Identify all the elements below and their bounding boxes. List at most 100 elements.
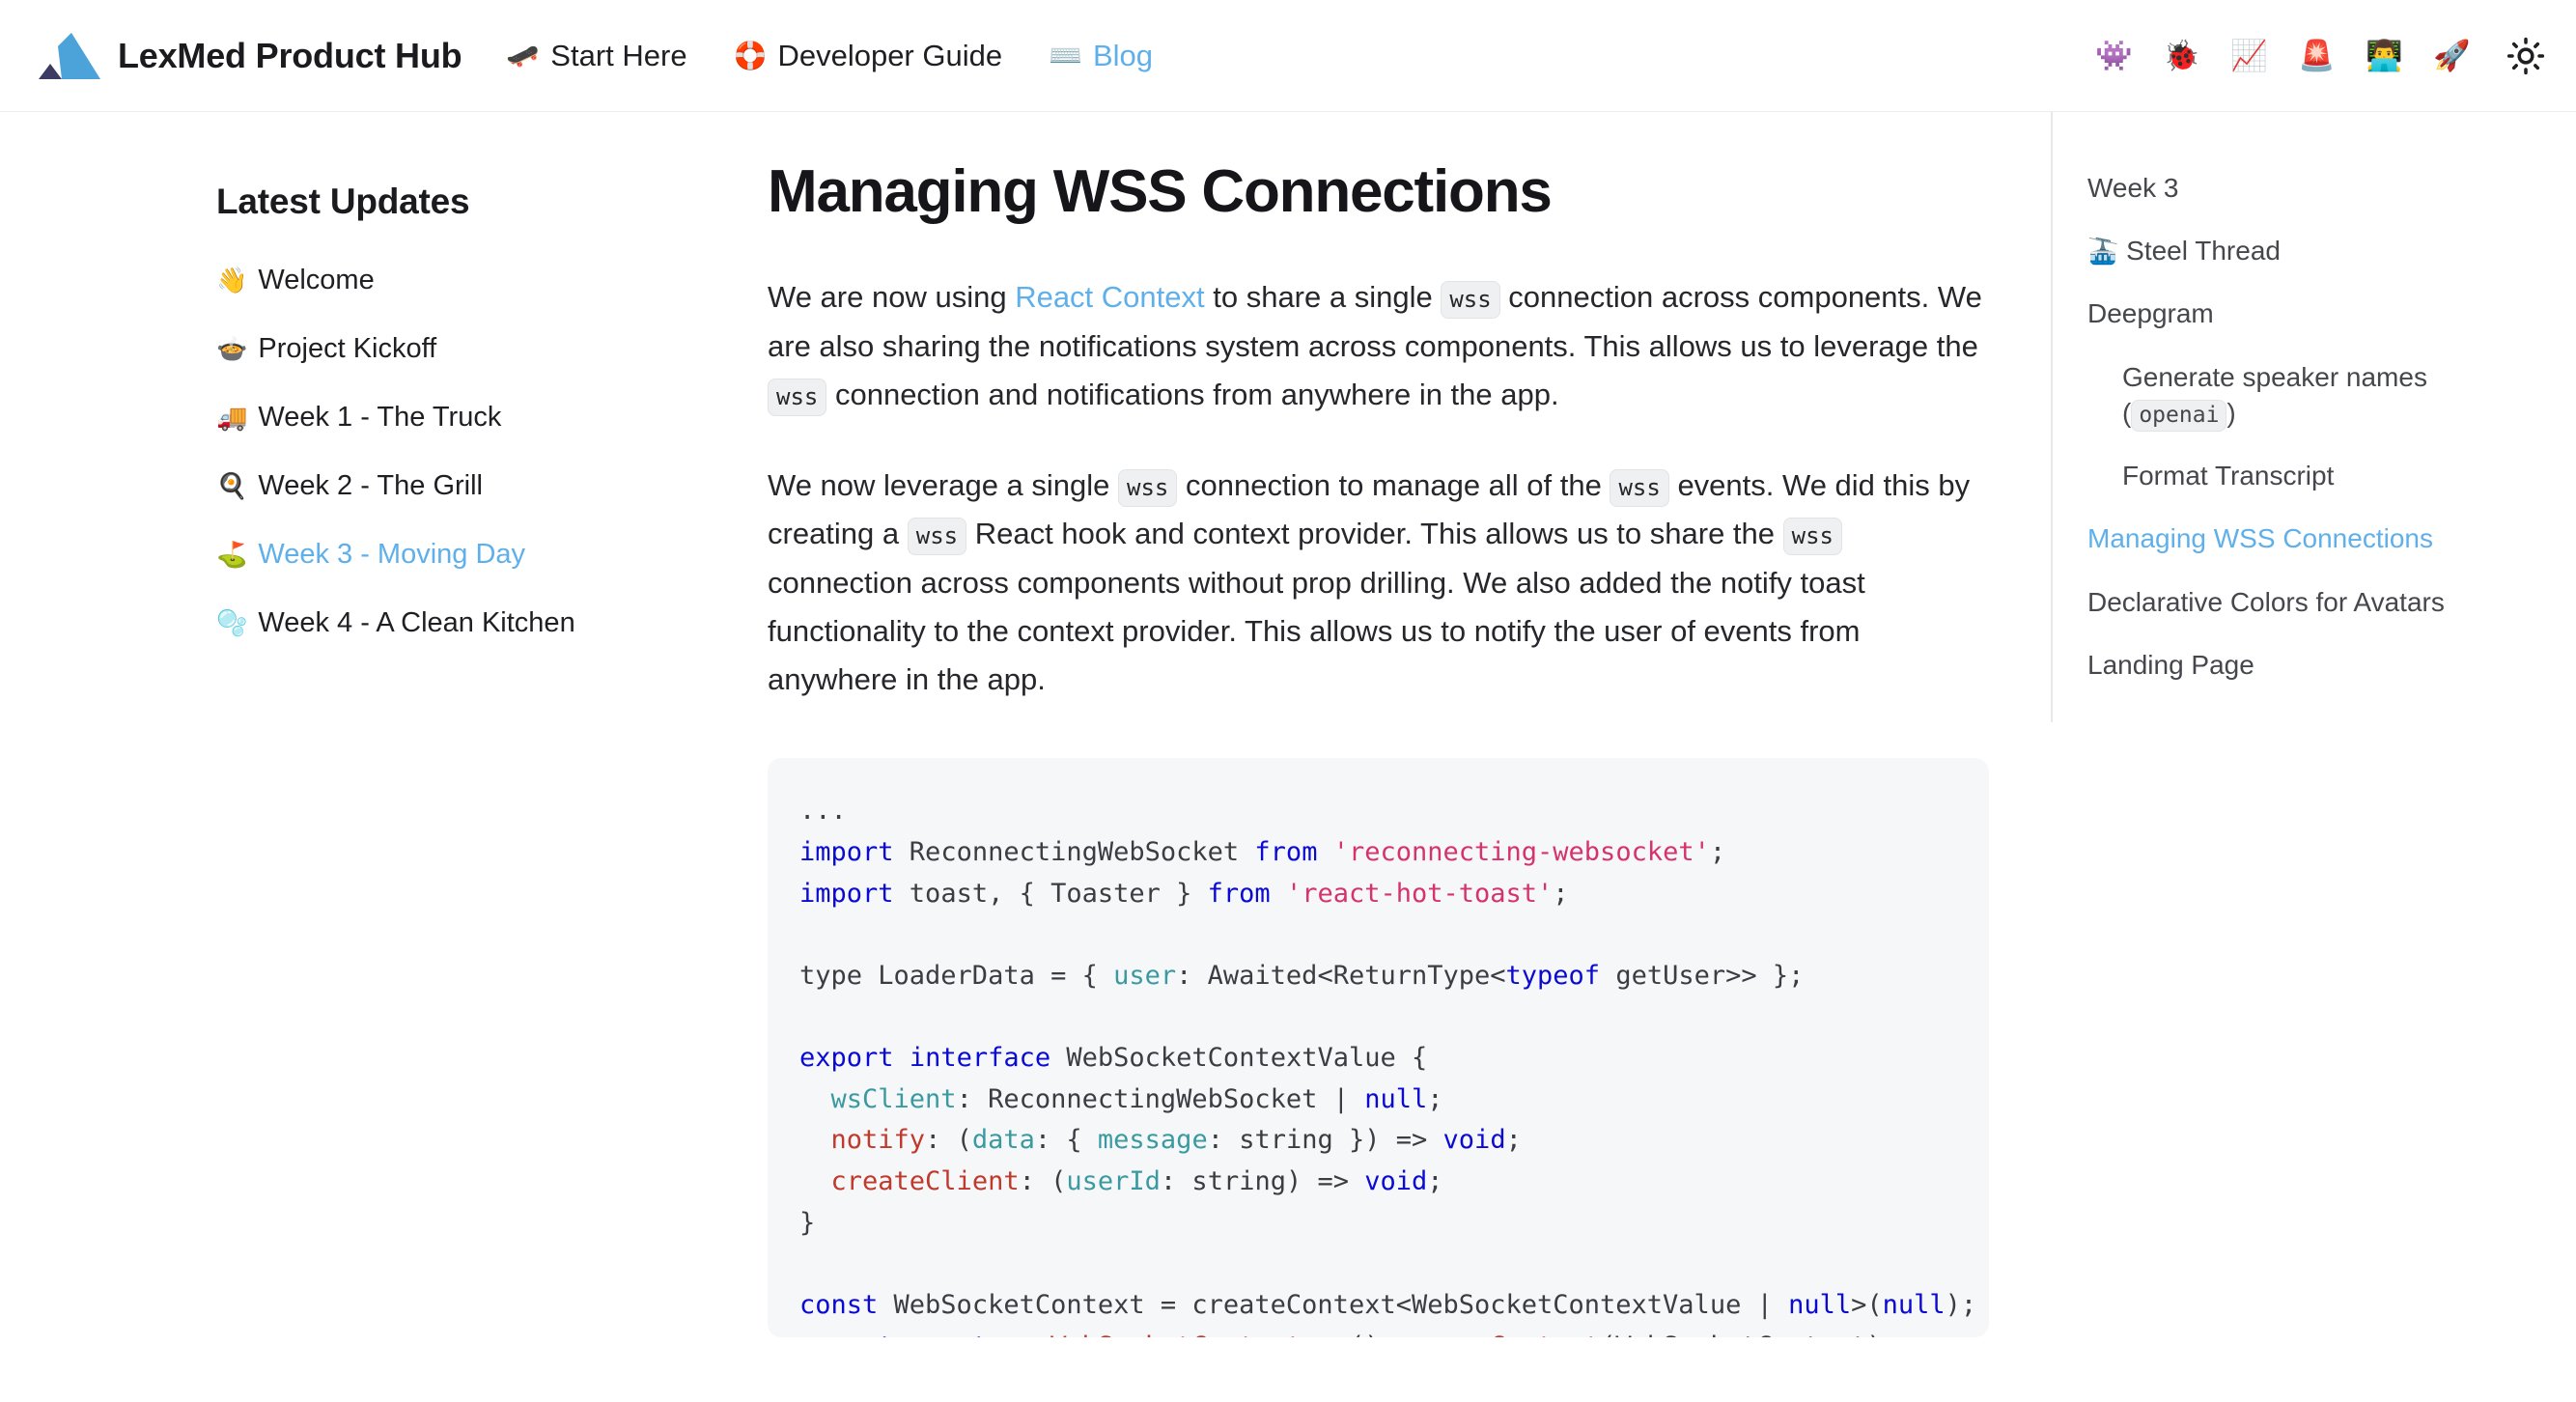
ring-buoy-icon: 🛟 — [733, 40, 768, 70]
alien-monster-icon[interactable]: 👾 — [2095, 41, 2133, 70]
inline-code-wss: wss — [1441, 281, 1500, 320]
table-of-contents: Week 3 🚠 Steel Thread Deepgram Generate … — [2051, 112, 2466, 722]
code-token: wsClient — [830, 1083, 957, 1114]
sidebar-item-welcome[interactable]: 👋 Welcome — [216, 265, 738, 296]
code-token: ; — [1553, 878, 1569, 909]
code-token: null — [1788, 1290, 1852, 1321]
technologist-icon[interactable]: 👨‍💻 — [2366, 41, 2403, 70]
brand-home-link[interactable]: LexMed Product Hub — [29, 29, 462, 83]
inline-code-wss: wss — [768, 378, 827, 416]
code-token: const — [799, 1290, 879, 1321]
code-token: : ( — [925, 1125, 972, 1156]
paragraph-text: connection to manage all of the — [1177, 468, 1610, 503]
sidebar-item-label: Project Kickoff — [258, 333, 437, 364]
inline-code-wss: wss — [1782, 518, 1842, 556]
toc-entry-steel-thread[interactable]: 🚠 Steel Thread — [2087, 233, 2466, 268]
keyboard-icon: ⌨️ — [1049, 40, 1082, 70]
code-token: from — [1207, 878, 1271, 909]
nav-item-start-here[interactable]: 🛹 Start Here — [506, 39, 686, 73]
toc-entry-week-3[interactable]: Week 3 — [2087, 170, 2466, 206]
code-token: WebSocketContextValue { — [1050, 1043, 1428, 1074]
code-token: = () => — [1302, 1332, 1442, 1337]
code-token: import — [799, 836, 894, 867]
code-token: ; — [1505, 1125, 1522, 1156]
code-token: ... — [799, 796, 847, 827]
code-token: null — [1882, 1290, 1946, 1321]
primary-nav: 🛹 Start Here 🛟 Developer Guide ⌨️ Blog — [506, 39, 1153, 73]
article-paragraph-1: We are now using React Context to share … — [768, 273, 1989, 419]
sidebar-item-label: Welcome — [258, 265, 375, 295]
code-content: ... import ReconnectingWebSocket from 'r… — [768, 758, 1989, 1337]
sidebar-item-label: Week 1 - The Truck — [258, 402, 502, 433]
code-token: ReconnectingWebSocket — [893, 836, 1255, 867]
toc-entry-generate-speaker-names[interactable]: Generate speaker names (openai) — [2087, 359, 2466, 432]
code-token: userId — [1066, 1166, 1161, 1197]
code-token: notify — [830, 1125, 926, 1156]
code-token: toast, { Toaster } — [893, 878, 1208, 909]
lady-beetle-icon[interactable]: 🐞 — [2163, 41, 2200, 70]
sidebar-item-week-2[interactable]: 🍳 Week 2 - The Grill — [216, 470, 738, 502]
code-token: ); — [1945, 1290, 1977, 1321]
toc-entry-format-transcript[interactable]: Format Transcript — [2087, 458, 2466, 493]
toc-entry-deepgram[interactable]: Deepgram — [2087, 295, 2466, 331]
page-body: Latest Updates 👋 Welcome 🍲 Project Kicko… — [0, 112, 2576, 1402]
code-token: : Awaited<ReturnType< — [1176, 960, 1506, 991]
code-token: type LoaderData = { — [799, 960, 1114, 991]
sun-icon[interactable] — [2505, 35, 2547, 77]
nav-item-developer-guide[interactable]: 🛟 Developer Guide — [734, 39, 1003, 73]
sidebar-item-label: Week 2 - The Grill — [258, 470, 483, 501]
code-token: useContext — [1443, 1332, 1601, 1337]
police-light-icon[interactable]: 🚨 — [2298, 41, 2336, 70]
inline-code-wss: wss — [1610, 469, 1669, 508]
code-token: (WebSocketContext); — [1600, 1332, 1898, 1337]
toc-entry-label: Managing WSS Connections — [2087, 523, 2433, 554]
code-token: : string) => — [1160, 1166, 1365, 1197]
delivery-truck-icon: 🚚 — [216, 403, 248, 432]
sidebar-heading: Latest Updates — [216, 182, 470, 221]
sidebar-list: 👋 Welcome 🍲 Project Kickoff 🚚 Week 1 - T… — [216, 265, 738, 639]
code-block[interactable]: ... import ReconnectingWebSocket from 'r… — [768, 758, 1989, 1338]
code-token: 'reconnecting-websocket' — [1332, 836, 1710, 867]
code-token: : string }) => — [1207, 1125, 1443, 1156]
toc-entry-managing-wss-connections[interactable]: Managing WSS Connections — [2087, 520, 2466, 556]
code-token: import — [799, 878, 894, 909]
code-token: interface — [909, 1043, 1051, 1074]
toc-entry-declarative-colors-for-avatars[interactable]: Declarative Colors for Avatars — [2087, 584, 2466, 620]
inline-code-wss: wss — [907, 518, 967, 556]
pot-of-food-icon: 🍲 — [216, 334, 248, 363]
nav-item-blog[interactable]: ⌨️ Blog — [1049, 39, 1153, 73]
code-token: message — [1097, 1125, 1208, 1156]
toc-entry-landing-page[interactable]: Landing Page — [2087, 647, 2466, 683]
code-token: : { — [1034, 1125, 1098, 1156]
chart-increasing-icon[interactable]: 📈 — [2230, 41, 2268, 70]
lexmed-logo-icon — [39, 32, 100, 79]
bubbles-icon: 🫧 — [216, 608, 248, 637]
toc-entry-label: Deepgram — [2087, 298, 2214, 329]
code-token: createClient — [830, 1166, 1020, 1197]
paragraph-text: We now leverage a single — [768, 468, 1119, 503]
paragraph-text: connection across components without pro… — [768, 565, 1865, 696]
code-token: typeof — [1505, 960, 1601, 991]
header-tool-icons: 👾 🐞 📈 🚨 👨‍💻 🚀 — [2095, 35, 2547, 77]
code-token: : ( — [1019, 1166, 1067, 1197]
react-context-link[interactable]: React Context — [1015, 280, 1204, 314]
sidebar-item-project-kickoff[interactable]: 🍲 Project Kickoff — [216, 333, 738, 365]
rocket-icon[interactable]: 🚀 — [2433, 41, 2471, 70]
nav-item-label: Start Here — [550, 38, 687, 72]
sidebar-item-week-3[interactable]: ⛳ Week 3 - Moving Day — [216, 539, 738, 571]
article-paragraph-2: We now leverage a single wss connection … — [768, 462, 1989, 704]
sidebar-item-label: Week 3 - Moving Day — [258, 539, 526, 570]
sidebar-item-week-1[interactable]: 🚚 Week 1 - The Truck — [216, 402, 738, 434]
code-token: user — [1113, 960, 1177, 991]
flag-in-hole-icon: ⛳ — [216, 540, 248, 569]
article: Managing WSS Connections We are now usin… — [768, 112, 1989, 1338]
sidebar-item-week-4[interactable]: 🫧 Week 4 - A Clean Kitchen — [216, 607, 738, 639]
code-token: WebSocketContext = createContext<WebSock… — [878, 1290, 1789, 1321]
toc-entry-label: Landing Page — [2087, 649, 2254, 680]
toc-entry-label: Format Transcript — [2122, 461, 2335, 491]
